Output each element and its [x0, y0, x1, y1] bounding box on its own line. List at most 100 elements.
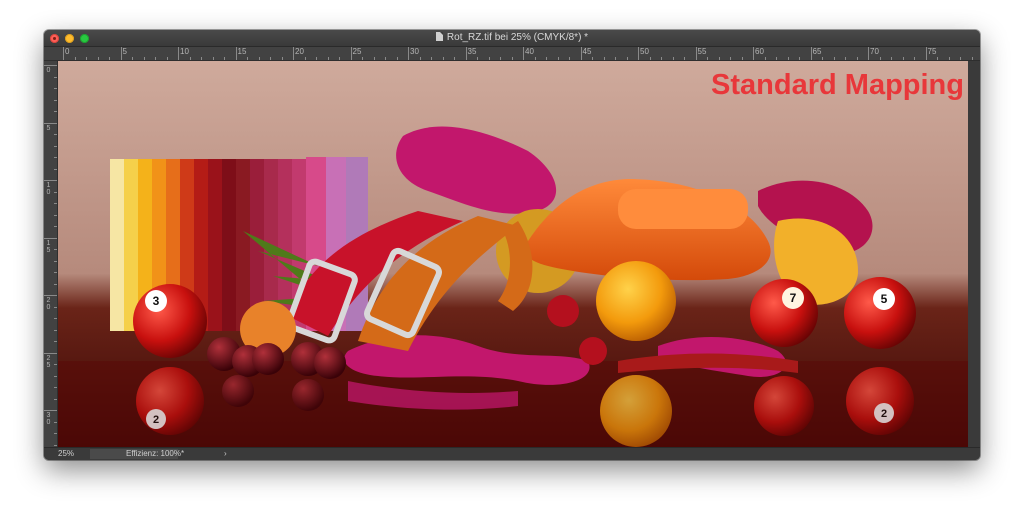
ruler-minor-tick — [362, 57, 363, 60]
title-bar[interactable]: Rot_RZ.tif bei 25% (CMYK/8*) * — [44, 30, 980, 47]
ruler-label: 30 — [46, 412, 51, 426]
ruler-minor-tick — [902, 57, 904, 60]
efficiency-info: Effizienz: 100%* — [126, 449, 185, 458]
ruler-minor-tick — [511, 57, 513, 60]
ruler-label: 30 — [410, 47, 419, 56]
ruler-minor-tick — [776, 57, 777, 60]
ruler-minor-tick — [132, 57, 133, 60]
ruler-minor-tick — [54, 398, 57, 400]
ruler-minor-tick — [54, 111, 57, 112]
ruler-minor-tick — [914, 57, 915, 60]
ruler-minor-tick — [500, 57, 501, 60]
ruler-label: 55 — [697, 47, 707, 56]
ruler-minor-tick — [764, 57, 766, 60]
ruler-minor-tick — [718, 57, 720, 60]
ruler-minor-tick — [270, 57, 271, 60]
ruler-minor-tick — [396, 57, 398, 60]
ruler-label: 25 — [46, 354, 51, 369]
ruler-tick — [235, 47, 237, 60]
image-canvas[interactable]: 3 7 5 2 2 Standard Mapping — [58, 61, 968, 447]
ruler-minor-tick — [54, 203, 57, 204]
ruler-tick — [925, 47, 927, 60]
ruler-minor-tick — [54, 364, 57, 365]
ruler-tick — [44, 295, 57, 296]
ruler-minor-tick — [603, 57, 605, 60]
billiard-ball-7: 7 — [750, 279, 818, 347]
ruler-minor-tick — [615, 57, 616, 60]
chevron-right-icon[interactable]: › — [224, 448, 227, 460]
ruler-minor-tick — [54, 375, 57, 377]
ruler-minor-tick — [54, 157, 57, 158]
ruler-minor-tick — [54, 444, 57, 446]
ruler-minor-tick — [569, 57, 570, 60]
vertical-ruler[interactable]: 0 5 10 15 20 25 30 — [44, 61, 58, 447]
ruler-minor-tick — [557, 57, 559, 60]
ruler-minor-tick — [212, 57, 214, 60]
ruler-minor-tick — [224, 57, 225, 60]
ruler-tick — [350, 47, 352, 60]
ruler-minor-tick — [54, 99, 57, 101]
ruler-minor-tick — [730, 57, 731, 60]
ball-number-3: 3 — [153, 294, 160, 308]
ruler-minor-tick — [339, 57, 340, 60]
ruler-minor-tick — [54, 387, 57, 388]
ruler-minor-tick — [534, 57, 536, 60]
ruler-label: 75 — [927, 47, 937, 56]
ruler-label: 0 — [65, 47, 70, 56]
ruler-minor-tick — [373, 57, 375, 60]
zoom-level[interactable]: 25% — [58, 448, 74, 460]
ruler-minor-tick — [937, 57, 938, 60]
ruler-minor-tick — [316, 57, 317, 60]
vertical-scrollbar[interactable] — [968, 61, 980, 447]
ruler-minor-tick — [684, 57, 685, 60]
ruler-tick — [44, 237, 57, 239]
ball-number-7: 7 — [790, 291, 797, 305]
ruler-label: 10 — [180, 47, 189, 56]
status-bar: 25% Effizienz: 100%* › — [44, 447, 980, 460]
ruler-label: 65 — [812, 47, 822, 56]
ruler-minor-tick — [546, 57, 547, 60]
reflection-number: 2 — [153, 414, 159, 426]
horizontal-ruler[interactable]: 0 5 10 15 20 25 30 35 40 45 50 55 60 65 70 75 — [58, 47, 980, 61]
reflection-number: 2 — [881, 408, 887, 420]
ruler-tick — [44, 352, 57, 354]
ruler-minor-tick — [845, 57, 846, 60]
ruler-minor-tick — [626, 57, 628, 60]
document-icon — [435, 32, 443, 41]
ruler-minor-tick — [143, 57, 145, 60]
ruler-label: 20 — [295, 47, 304, 56]
ruler-minor-tick — [385, 57, 386, 60]
product-photo: 3 7 5 2 2 Standard Mapping — [58, 61, 968, 447]
window-title: Rot_RZ.tif bei 25% (CMYK/8*) * — [446, 32, 589, 43]
ruler-minor-tick — [54, 76, 57, 78]
ruler-minor-tick — [54, 214, 57, 216]
billiard-ball-5: 5 — [844, 277, 916, 349]
ruler-minor-tick — [419, 57, 421, 60]
ruler-minor-tick — [54, 306, 57, 308]
ruler-minor-tick — [166, 57, 168, 60]
ruler-minor-tick — [54, 226, 57, 227]
ruler-tick — [44, 122, 57, 124]
ruler-tick — [868, 47, 869, 60]
ruler-minor-tick — [488, 57, 490, 60]
ruler-tick — [120, 47, 122, 60]
ruler-label: 50 — [640, 47, 649, 56]
ruler-minor-tick — [189, 57, 191, 60]
ruler-minor-tick — [442, 57, 444, 60]
ruler-minor-tick — [54, 134, 57, 135]
ruler-tick — [63, 47, 64, 60]
ruler-tick — [408, 47, 409, 60]
ruler-minor-tick — [431, 57, 432, 60]
window-title-container: Rot_RZ.tif bei 25% (CMYK/8*) * — [44, 32, 980, 44]
ruler-minor-tick — [97, 57, 99, 60]
ruler-minor-tick — [54, 260, 57, 262]
ruler-tick — [44, 65, 57, 66]
ruler-minor-tick — [155, 57, 156, 60]
ruler-minor-tick — [54, 88, 57, 89]
ruler-label: 25 — [352, 47, 362, 56]
ruler-corner[interactable] — [44, 47, 59, 61]
ruler-tick — [695, 47, 697, 60]
ruler-minor-tick — [707, 57, 708, 60]
ruler-minor-tick — [592, 57, 593, 60]
ruler-tick — [178, 47, 179, 60]
